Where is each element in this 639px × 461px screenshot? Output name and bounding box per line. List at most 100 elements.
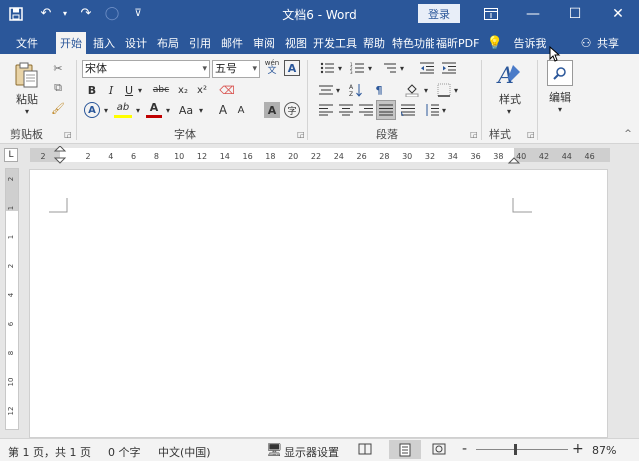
tab-home[interactable]: 开始	[56, 32, 86, 54]
sort-icon[interactable]: AZ	[348, 82, 364, 98]
ribbon-display-options-icon[interactable]	[470, 0, 512, 27]
styles-icon[interactable]: A	[494, 60, 524, 90]
shrink-font-button[interactable]: A	[233, 102, 249, 118]
language-indicator[interactable]: 中文(中国)	[158, 444, 211, 460]
page-count[interactable]: 第 1 页，共 1 页	[8, 444, 91, 460]
tab-selector-icon[interactable]: L	[4, 148, 18, 162]
borders-dropdown-icon[interactable]: ▾	[452, 82, 460, 98]
copy-icon[interactable]: ⧉	[50, 80, 66, 96]
chevron-down-icon[interactable]: ▾	[202, 61, 207, 77]
text-effects-icon[interactable]: A	[84, 102, 100, 118]
align-center-icon[interactable]	[338, 102, 354, 118]
maximize-icon[interactable]: ☐	[554, 0, 596, 27]
zoom-slider[interactable]	[476, 449, 568, 450]
tab-developer[interactable]: 开发工具	[313, 32, 357, 54]
minimize-icon[interactable]: —	[512, 0, 554, 27]
font-launcher-icon[interactable]: ◲	[297, 130, 305, 139]
paste-button[interactable]: 粘贴	[10, 92, 44, 106]
paragraph-launcher-icon[interactable]: ◲	[470, 130, 478, 139]
share-button[interactable]: 共享	[594, 32, 622, 54]
enclose-characters-button[interactable]: 字	[284, 102, 300, 118]
styles-launcher-icon[interactable]: ◲	[527, 130, 535, 139]
change-case-dropdown-icon[interactable]: ▾	[196, 102, 206, 118]
font-size-combo[interactable]: 五号 ▾	[212, 60, 260, 78]
subscript-button[interactable]: x₂	[175, 82, 191, 98]
chevron-down-icon[interactable]: ▾	[252, 61, 257, 77]
strikethrough-button[interactable]: abc	[150, 82, 172, 98]
shading-dropdown-icon[interactable]: ▾	[422, 82, 430, 98]
font-name-combo[interactable]: 宋体 ▾	[82, 60, 210, 78]
tab-file[interactable]: 文件	[10, 32, 44, 54]
character-border-icon[interactable]: A	[284, 60, 300, 76]
lightbulb-icon[interactable]: 💡	[488, 32, 502, 54]
tab-special-features[interactable]: 特色功能	[392, 32, 434, 54]
styles-dropdown-icon[interactable]: ▾	[504, 106, 514, 116]
bullets-dropdown-icon[interactable]: ▾	[336, 60, 344, 76]
decrease-indent-icon[interactable]	[418, 60, 436, 76]
share-person-icon[interactable]: ⚇	[578, 32, 594, 54]
highlight-color-icon[interactable]: ab	[114, 100, 132, 118]
align-left-icon[interactable]	[318, 102, 334, 118]
chinese-layout-dropdown-icon[interactable]: ▾	[334, 82, 342, 98]
print-layout-icon[interactable]	[389, 440, 421, 459]
shading-icon[interactable]	[404, 82, 420, 98]
word-count[interactable]: 0 个字	[108, 444, 141, 460]
editing-button[interactable]: 编辑	[542, 90, 578, 104]
bullets-icon[interactable]	[318, 60, 336, 76]
change-case-button[interactable]: Aa	[176, 102, 196, 118]
highlight-dropdown-icon[interactable]: ▾	[133, 102, 143, 118]
editing-dropdown-icon[interactable]: ▾	[555, 104, 565, 114]
zoom-slider-thumb[interactable]	[514, 444, 517, 455]
align-right-icon[interactable]	[358, 102, 374, 118]
character-shading-button[interactable]: A	[264, 102, 280, 118]
show-marks-icon[interactable]: ¶	[370, 82, 388, 98]
editing-icon[interactable]	[547, 60, 573, 86]
multilevel-list-icon[interactable]	[380, 60, 398, 76]
cut-icon[interactable]: ✂	[50, 60, 66, 76]
zoom-in-button[interactable]: +	[572, 441, 584, 457]
web-layout-icon[interactable]	[432, 442, 446, 459]
distributed-icon[interactable]	[400, 102, 416, 118]
justify-icon[interactable]	[376, 100, 396, 120]
display-settings-icon[interactable]: 🖥	[266, 443, 283, 458]
bold-button[interactable]: B	[84, 82, 100, 98]
numbering-dropdown-icon[interactable]: ▾	[366, 60, 374, 76]
italic-button[interactable]: I	[103, 82, 119, 98]
tab-foxit-pdf[interactable]: 福昕PDF	[436, 32, 480, 54]
superscript-button[interactable]: x²	[194, 82, 210, 98]
vertical-ruler[interactable]: 21124681012	[5, 168, 19, 430]
read-mode-icon[interactable]	[358, 442, 372, 459]
phonetic-guide-icon[interactable]: wén 文	[263, 57, 281, 77]
paste-dropdown-icon[interactable]: ▾	[22, 106, 32, 116]
multilevel-dropdown-icon[interactable]: ▾	[398, 60, 406, 76]
collapse-ribbon-icon[interactable]: ^	[622, 128, 634, 140]
font-color-icon[interactable]: A	[146, 100, 162, 118]
close-icon[interactable]: ✕	[597, 0, 639, 27]
format-painter-icon[interactable]: 🖌	[50, 100, 66, 116]
zoom-level[interactable]: 87%	[592, 444, 616, 457]
login-button[interactable]: 登录	[418, 4, 460, 23]
zoom-out-button[interactable]: -	[462, 441, 467, 457]
clear-formatting-icon[interactable]: ⌫	[218, 82, 236, 98]
grow-font-button[interactable]: A	[215, 102, 231, 118]
document-page[interactable]	[29, 169, 608, 438]
display-settings-button[interactable]: 显示器设置	[284, 444, 339, 460]
tab-review[interactable]: 审阅	[249, 32, 279, 54]
line-spacing-dropdown-icon[interactable]: ▾	[440, 102, 448, 118]
horizontal-ruler[interactable]: 2 2 4 6 8 10 12 14 16 18 20 22 24 26 28 30 32 34 36 38 40 42 4…	[30, 146, 610, 164]
styles-button[interactable]: 样式	[490, 92, 530, 106]
tab-layout[interactable]: 布局	[153, 32, 183, 54]
tab-design[interactable]: 设计	[121, 32, 151, 54]
font-color-dropdown-icon[interactable]: ▾	[163, 102, 173, 118]
tab-insert[interactable]: 插入	[89, 32, 119, 54]
numbering-icon[interactable]: 123	[348, 60, 366, 76]
tell-me-search[interactable]: 告诉我	[510, 32, 550, 54]
line-spacing-icon[interactable]	[424, 102, 440, 118]
text-effects-dropdown-icon[interactable]: ▾	[101, 102, 111, 118]
underline-button[interactable]: U	[122, 82, 136, 98]
tab-view[interactable]: 视图	[281, 32, 311, 54]
increase-indent-icon[interactable]	[440, 60, 458, 76]
tab-help[interactable]: 帮助	[359, 32, 389, 54]
tab-references[interactable]: 引用	[185, 32, 215, 54]
borders-icon[interactable]	[436, 82, 452, 98]
